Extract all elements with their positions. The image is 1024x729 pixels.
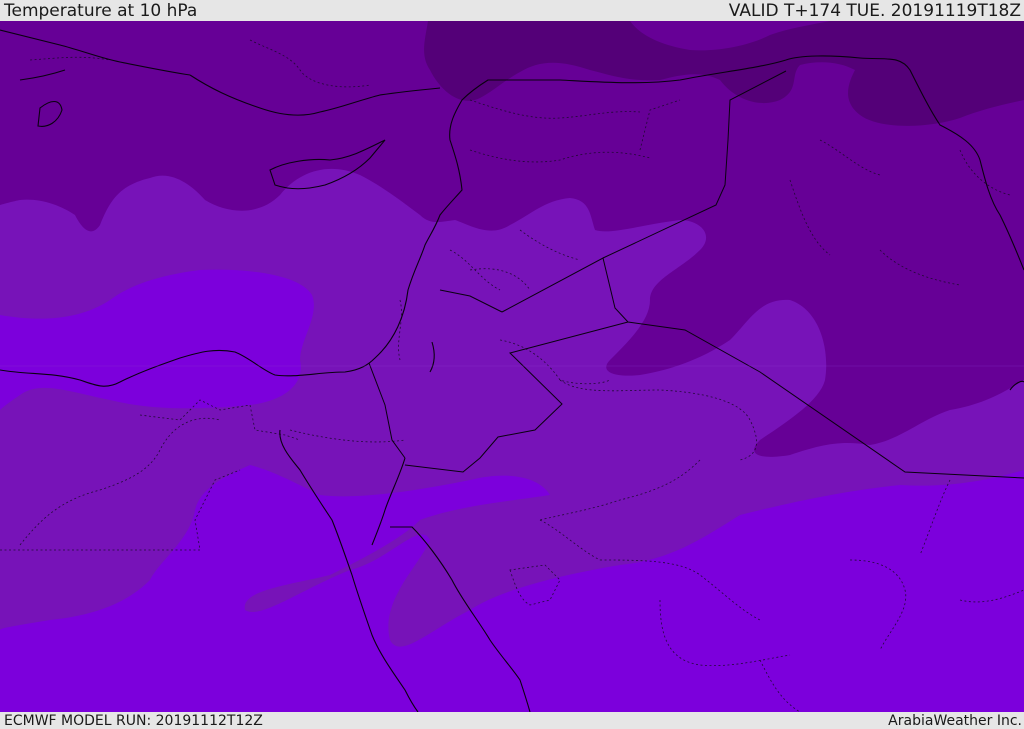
footer-bar: ECMWF MODEL RUN: 20191112T12Z ArabiaWeat…: [0, 712, 1024, 729]
model-run-label: ECMWF MODEL RUN: 20191112T12Z: [4, 713, 263, 729]
header-bar: Temperature at 10 hPa VALID T+174 TUE. 2…: [0, 0, 1024, 21]
credit-label: ArabiaWeather Inc.: [888, 713, 1022, 729]
map-title: Temperature at 10 hPa: [4, 1, 198, 21]
valid-time: VALID T+174 TUE. 20191119T18Z: [728, 1, 1021, 21]
map-panel: [0, 21, 1024, 712]
temperature-map: [0, 21, 1024, 712]
